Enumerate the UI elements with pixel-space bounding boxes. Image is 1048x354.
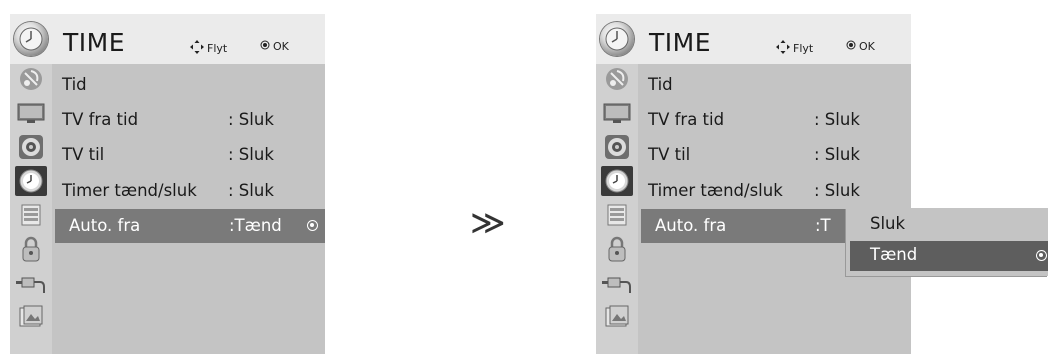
screen-icon[interactable]: [15, 98, 47, 128]
ok-radio-icon: [307, 220, 318, 231]
left-menu-panel: TIME Flyt OK Tid TV fra tid: Sluk TV ti…: [10, 14, 325, 354]
move-hint-label: Flyt: [207, 42, 228, 55]
menu-item-tv-til[interactable]: TV til : Sluk: [638, 138, 911, 172]
menu-item-label: TV til: [648, 145, 691, 164]
move-arrows-icon: [776, 40, 790, 57]
auto-fra-options-popup: Sluk Tænd: [846, 208, 1048, 276]
option-label: Tænd: [870, 245, 918, 264]
menu-item-auto-fra[interactable]: Auto. fra :Tænd: [55, 209, 325, 243]
settings-icon[interactable]: [601, 200, 633, 230]
menu-item-value: : Sluk: [228, 181, 274, 200]
move-hint-label: Flyt: [793, 42, 814, 55]
menu-item-value: : Sluk: [228, 145, 274, 164]
menu-item-timer[interactable]: Timer tænd/sluk : Sluk: [52, 174, 325, 208]
audio-icon[interactable]: [601, 132, 633, 162]
ok-button-icon: [260, 40, 270, 53]
ok-hint-label: OK: [273, 40, 289, 53]
menu-item-value: : Sluk: [814, 145, 860, 164]
lock-icon[interactable]: [15, 234, 47, 264]
menu-item-tv-fra-tid[interactable]: TV fra tid : Sluk: [638, 103, 911, 137]
screen-icon[interactable]: [601, 98, 633, 128]
menu-item-label: TV fra tid: [648, 110, 725, 129]
menu-item-value: : Sluk: [228, 110, 274, 129]
menu-title: TIME: [63, 28, 126, 57]
audio-icon[interactable]: [15, 132, 47, 162]
clock-icon: [14, 22, 48, 56]
menu-item-label: TV til: [62, 145, 105, 164]
menu-item-value: : Sluk: [814, 110, 860, 129]
photo-icon[interactable]: [15, 302, 47, 332]
ok-hint: OK: [846, 40, 875, 53]
menu-item-label: Auto. fra: [655, 216, 727, 235]
menu-item-tv-til[interactable]: TV til : Sluk: [52, 138, 325, 172]
option-sluk[interactable]: Sluk: [850, 210, 1048, 240]
ok-hint: OK: [260, 40, 289, 53]
lock-icon[interactable]: [601, 234, 633, 264]
clock-icon: [600, 22, 634, 56]
menu-item-label: Timer tænd/sluk: [62, 181, 197, 200]
photo-icon[interactable]: [601, 302, 633, 332]
menu-item-label: Auto. fra: [69, 216, 141, 235]
category-sidebar: [596, 64, 638, 354]
menu-item-label: Tid: [648, 75, 673, 94]
satellite-icon[interactable]: [15, 64, 47, 94]
menu-item-value: :T: [815, 216, 831, 235]
category-sidebar: [10, 64, 52, 354]
satellite-icon[interactable]: [601, 64, 633, 94]
ok-hint-label: OK: [859, 40, 875, 53]
right-menu-panel: TIME Flyt OK Tid TV fra tid: Sluk TV ti…: [596, 14, 911, 354]
menu-item-label: TV fra tid: [62, 110, 139, 129]
menu-item-value: :Tænd: [229, 216, 282, 235]
menu-header: TIME Flyt OK: [596, 14, 911, 64]
clock-icon[interactable]: [601, 166, 633, 196]
option-taend[interactable]: Tænd: [850, 241, 1048, 271]
ok-button-icon: [846, 40, 856, 53]
menu-item-tid[interactable]: Tid: [638, 68, 911, 102]
transition-arrow: ≫: [470, 203, 506, 243]
move-arrows-icon: [190, 40, 204, 57]
menu-item-timer[interactable]: Timer tænd/sluk : Sluk: [638, 174, 911, 208]
option-label: Sluk: [870, 214, 906, 233]
input-plug-icon[interactable]: [15, 268, 47, 298]
menu-header: TIME Flyt OK: [10, 14, 325, 64]
menu-item-label: Timer tænd/sluk: [648, 181, 783, 200]
menu-title: TIME: [649, 28, 712, 57]
menu-item-label: Tid: [62, 75, 87, 94]
menu-item-value: : Sluk: [814, 181, 860, 200]
menu-item-tv-fra-tid[interactable]: TV fra tid : Sluk: [52, 103, 325, 137]
move-hint: Flyt: [190, 40, 227, 57]
move-hint: Flyt: [776, 40, 813, 57]
menu-content: Tid TV fra tid : Sluk TV til : Sluk Time…: [52, 64, 325, 354]
ok-radio-icon: [1036, 250, 1047, 261]
menu-item-tid[interactable]: Tid: [52, 68, 325, 102]
clock-icon[interactable]: [15, 166, 47, 196]
settings-icon[interactable]: [15, 200, 47, 230]
input-plug-icon[interactable]: [601, 268, 633, 298]
